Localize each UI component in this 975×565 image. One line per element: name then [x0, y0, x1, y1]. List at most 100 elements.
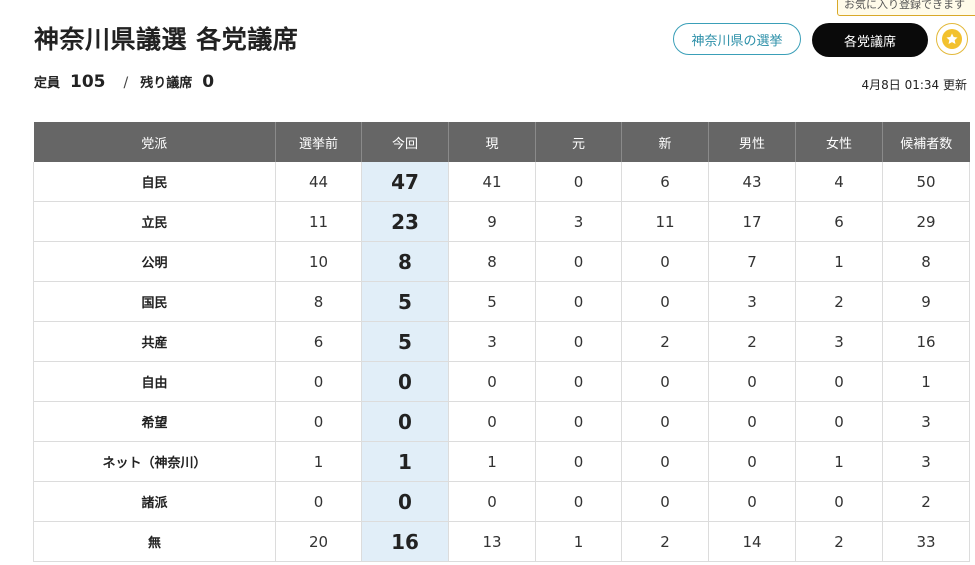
current-seats-cell: 16: [361, 521, 449, 562]
table-cell: 0: [621, 361, 709, 402]
summary-separator: /: [123, 75, 129, 91]
header-male: 男性: [708, 122, 796, 162]
table-row: 立民 11 23 9 3 11 17 6 29: [33, 201, 970, 242]
table-row: 公明 10 8 8 0 0 7 1 8: [33, 241, 970, 282]
header-former: 元: [535, 122, 622, 162]
table-cell: 3: [448, 321, 536, 362]
table-cell: 1: [275, 441, 362, 482]
table-cell: 0: [535, 241, 622, 282]
table-cell: 0: [795, 481, 883, 522]
table-row: 自由 0 0 0 0 0 0 0 1: [33, 361, 970, 402]
header-current: 今回: [361, 122, 449, 162]
table-cell: 0: [795, 361, 883, 402]
table-cell: 0: [275, 401, 362, 442]
table-cell: 2: [795, 281, 883, 322]
table-cell: 43: [708, 162, 796, 202]
capacity-value: 105: [70, 72, 106, 92]
current-seats-cell: 5: [361, 321, 449, 362]
capacity-label: 定員: [34, 76, 61, 91]
table-cell: 1: [448, 441, 536, 482]
party-name-cell: 立民: [33, 201, 276, 242]
table-cell: 1: [535, 521, 622, 562]
table-cell: 0: [708, 481, 796, 522]
table-cell: 2: [621, 321, 709, 362]
seat-summary: 定員 105 / 残り議席 0: [34, 72, 214, 92]
table-cell: 2: [621, 521, 709, 562]
remaining-value: 0: [202, 72, 215, 92]
table-cell: 0: [448, 401, 536, 442]
table-cell: 2: [708, 321, 796, 362]
party-name-cell: 無: [33, 521, 276, 562]
party-name-cell: 自由: [33, 361, 276, 402]
table-cell: 0: [535, 162, 622, 202]
table-row: 自民 44 47 41 0 6 43 4 50: [33, 162, 970, 202]
table-row: 共産 6 5 3 0 2 2 3 16: [33, 321, 970, 362]
table-cell: 11: [275, 201, 362, 242]
current-seats-cell: 5: [361, 281, 449, 322]
table-cell: 41: [448, 162, 536, 202]
table-cell: 29: [882, 201, 970, 242]
table-cell: 0: [535, 441, 622, 482]
table-cell: 0: [708, 401, 796, 442]
current-seats-cell: 0: [361, 401, 449, 442]
table-cell: 0: [448, 361, 536, 402]
table-cell: 0: [535, 401, 622, 442]
table-cell: 0: [621, 281, 709, 322]
table-cell: 0: [448, 481, 536, 522]
table-cell: 3: [882, 441, 970, 482]
table-cell: 8: [448, 241, 536, 282]
table-cell: 8: [275, 281, 362, 322]
table-cell: 13: [448, 521, 536, 562]
update-timestamp: 4月8日 01:34 更新: [861, 78, 967, 92]
table-cell: 14: [708, 521, 796, 562]
table-cell: 7: [708, 241, 796, 282]
party-name-cell: 国民: [33, 281, 276, 322]
table-row: 無 20 16 13 1 2 14 2 33: [33, 521, 970, 562]
header-incumbent: 現: [448, 122, 536, 162]
table-cell: 1: [795, 441, 883, 482]
prefecture-elections-button[interactable]: 神奈川県の選挙: [673, 23, 801, 55]
table-cell: 5: [448, 281, 536, 322]
table-cell: 2: [882, 481, 970, 522]
party-name-cell: 諸派: [33, 481, 276, 522]
table-row: 諸派 0 0 0 0 0 0 0 2: [33, 481, 970, 522]
table-cell: 0: [535, 361, 622, 402]
current-seats-cell: 8: [361, 241, 449, 282]
table-cell: 50: [882, 162, 970, 202]
header-new: 新: [621, 122, 709, 162]
table-cell: 44: [275, 162, 362, 202]
table-row: 国民 8 5 5 0 0 3 2 9: [33, 281, 970, 322]
party-name-cell: 公明: [33, 241, 276, 282]
party-name-cell: ネット（神奈川）: [33, 441, 276, 482]
current-seats-cell: 0: [361, 361, 449, 402]
table-cell: 0: [621, 481, 709, 522]
party-seats-button[interactable]: 各党議席: [812, 23, 928, 57]
table-cell: 1: [882, 361, 970, 402]
header-before: 選挙前: [275, 122, 362, 162]
table-cell: 1: [795, 241, 883, 282]
table-header: 党派 選挙前 今回現元新男性 女性 候補者数: [33, 122, 970, 162]
table-cell: 0: [275, 481, 362, 522]
table-cell: 2: [795, 521, 883, 562]
favorite-tooltip: お気に入り登録できます: [837, 0, 975, 16]
header-female: 女性: [795, 122, 883, 162]
remaining-label: 残り議席: [140, 76, 193, 91]
table-cell: 0: [275, 361, 362, 402]
table-cell: 10: [275, 241, 362, 282]
table-cell: 6: [275, 321, 362, 362]
star-icon: [942, 29, 962, 49]
table-cell: 9: [882, 281, 970, 322]
table-cell: 0: [535, 281, 622, 322]
party-seats-table: 党派 選挙前 今回現元新男性 女性 候補者数 自民 44 47 41 0 6 43 4 50 立民 11 23…: [33, 122, 970, 562]
table-cell: 9: [448, 201, 536, 242]
favorite-button[interactable]: [936, 23, 968, 55]
table-cell: 0: [708, 361, 796, 402]
table-cell: 0: [795, 401, 883, 442]
table-row: 希望 0 0 0 0 0 0 0 3: [33, 401, 970, 442]
table-cell: 11: [621, 201, 709, 242]
header-party: 党派: [33, 122, 276, 162]
table-cell: 6: [621, 162, 709, 202]
table-cell: 4: [795, 162, 883, 202]
party-name-cell: 希望: [33, 401, 276, 442]
party-name-cell: 自民: [33, 162, 276, 202]
